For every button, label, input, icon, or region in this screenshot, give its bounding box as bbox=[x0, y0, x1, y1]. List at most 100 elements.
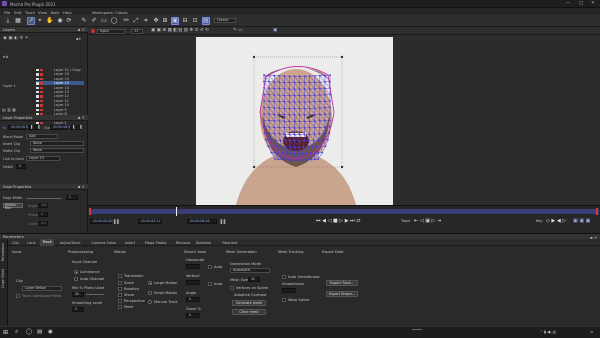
tab-adjusttrack[interactable]: AdjustTrack bbox=[58, 241, 83, 245]
set-in-icon[interactable]: ▌▌ bbox=[114, 219, 120, 224]
trash-icon[interactable]: ▦ bbox=[12, 107, 16, 112]
timeline-bar[interactable] bbox=[89, 209, 599, 214]
generate-mesh-button[interactable]: Generate mesh bbox=[232, 300, 266, 306]
hand-tool-icon[interactable]: ✋ bbox=[46, 17, 54, 25]
edge-width-slider[interactable] bbox=[26, 198, 62, 199]
out-reset-button[interactable]: ▐ bbox=[76, 125, 81, 130]
warp-spline-checkbox[interactable] bbox=[282, 298, 286, 302]
side-tab-parameters[interactable]: Parameters bbox=[1, 243, 5, 261]
keyframe-tools[interactable]: ▣ ▣ ▣ bbox=[573, 218, 590, 224]
playhead[interactable] bbox=[176, 207, 177, 216]
link-layer-icon[interactable]: ⚭ bbox=[25, 36, 29, 41]
circle-tool-icon[interactable]: ◯ bbox=[110, 17, 118, 25]
min-pixels-field[interactable]: 90 bbox=[72, 292, 84, 297]
rect-tool-icon[interactable]: ▭ bbox=[100, 17, 108, 25]
visibility-checkbox[interactable] bbox=[36, 99, 39, 103]
menu-file[interactable]: File bbox=[4, 10, 10, 15]
clip-select[interactable]: Layer Below bbox=[22, 286, 62, 291]
export-track-button[interactable]: Export Track... bbox=[326, 280, 358, 286]
close-icon[interactable]: ✕ bbox=[591, 1, 595, 6]
grid-icon[interactable]: ⊞ bbox=[161, 17, 169, 25]
horizontal-field[interactable] bbox=[186, 264, 200, 269]
overlay-icon[interactable]: ▤ bbox=[202, 16, 210, 25]
task-view-icon[interactable]: ◯ bbox=[26, 329, 32, 335]
tray-icons[interactable]: ⌃ ▮ ◀) ▤ bbox=[540, 330, 556, 334]
visibility-checkbox[interactable] bbox=[36, 91, 39, 94]
visibility-checkbox[interactable] bbox=[36, 82, 39, 85]
app-taskbar-icon[interactable]: ◉ bbox=[48, 329, 53, 335]
brush-icon[interactable]: ✎ ▭ bbox=[233, 28, 242, 33]
angle-field[interactable]: 180 bbox=[38, 203, 48, 208]
menu-edit[interactable]: Edit bbox=[14, 10, 21, 15]
save-icon[interactable]: ⤓ bbox=[4, 17, 12, 25]
tab-mega-plates[interactable]: Mega Plates bbox=[143, 241, 169, 245]
keyframe-marker[interactable] bbox=[596, 208, 598, 215]
in-reset-button[interactable]: ▐ bbox=[34, 125, 39, 130]
set-out-icon[interactable]: ▐▐ bbox=[219, 219, 225, 224]
end-time-field[interactable]: 00:00:06:16 bbox=[187, 219, 217, 224]
gear-icon[interactable]: ✲ bbox=[19, 36, 23, 41]
color-icon[interactable]: ◐ bbox=[14, 36, 18, 41]
motion-blur-toggle[interactable]: Motion Blur bbox=[3, 203, 23, 210]
rotate-tool-icon[interactable]: ⟳ bbox=[65, 17, 73, 25]
search-angle-field[interactable]: 0 bbox=[186, 297, 200, 302]
search-icon[interactable]: ⌕ bbox=[15, 329, 18, 336]
out-field[interactable]: 00:00:06:16 bbox=[50, 125, 72, 130]
horizontal-auto-checkbox[interactable] bbox=[208, 265, 212, 269]
surface-icon[interactable]: ▣ bbox=[171, 16, 179, 25]
menu-tools[interactable]: Tools bbox=[50, 10, 59, 15]
track-controls[interactable]: ⇤ ◁ ▣ ▷ ⇥ bbox=[414, 218, 441, 224]
tab-clip[interactable]: Clip bbox=[10, 241, 21, 245]
tab-remove[interactable]: Remove bbox=[174, 241, 193, 245]
menu-help[interactable]: Help bbox=[63, 10, 72, 15]
mesh-checkbox[interactable] bbox=[118, 305, 122, 309]
bezier-icon[interactable]: ✐ bbox=[90, 17, 98, 25]
export-shape-button[interactable]: Export Shape... bbox=[326, 291, 358, 297]
smoothness-field[interactable] bbox=[282, 288, 296, 293]
manual-track-radio[interactable] bbox=[148, 300, 152, 304]
visibility-checkbox[interactable] bbox=[36, 108, 39, 111]
duplicate-icon[interactable]: ▥ bbox=[7, 107, 11, 112]
align-icon[interactable]: ⊟ bbox=[181, 17, 189, 25]
visibility-checkbox[interactable] bbox=[36, 121, 39, 125]
perspective-checkbox[interactable] bbox=[118, 299, 122, 303]
lock-icon[interactable]: ▣ bbox=[8, 36, 12, 41]
min-pixels-slider[interactable] bbox=[86, 294, 104, 295]
auto-smoothness-checkbox[interactable] bbox=[282, 275, 286, 279]
auto-channel-radio[interactable] bbox=[74, 277, 78, 281]
translation-checkbox[interactable] bbox=[118, 274, 122, 278]
tab-track[interactable]: Track bbox=[40, 239, 54, 246]
link-icon[interactable]: ⚯ bbox=[122, 17, 130, 25]
panel-close-icon[interactable]: ▪ ✕ bbox=[78, 115, 85, 121]
visibility-checkbox[interactable] bbox=[36, 73, 39, 76]
tab-insert[interactable]: Insert bbox=[123, 241, 137, 245]
pick-tool-icon[interactable]: ⌖ bbox=[36, 17, 44, 25]
tab-camera-solve[interactable]: Camera Solve bbox=[89, 241, 118, 245]
large-motion-radio[interactable] bbox=[148, 281, 152, 285]
xspline-icon[interactable]: ✎ bbox=[80, 17, 88, 25]
minimize-icon[interactable]: — bbox=[566, 1, 571, 6]
side-tab-dope-sheet[interactable]: Dope Sheet bbox=[1, 269, 5, 288]
clip-icon[interactable]: ▦ bbox=[14, 17, 22, 25]
track-individual-checkbox[interactable] bbox=[16, 294, 20, 298]
current-time-field[interactable]: 00:00:00:11 bbox=[138, 219, 162, 224]
generation-mode-select[interactable]: Automatic bbox=[230, 268, 270, 273]
select-tool-icon[interactable]: ➚ bbox=[27, 16, 35, 25]
record-icon[interactable] bbox=[91, 29, 95, 33]
zoom-field[interactable]: 0 bbox=[186, 313, 200, 318]
viewer-mode-icons[interactable]: ▣ ▣ ⊞ ▦ ◧ bbox=[151, 28, 178, 33]
detail-field[interactable]: 0 bbox=[16, 164, 26, 169]
frame-select[interactable]: 11 bbox=[131, 28, 143, 34]
workspace-select[interactable]: Classic bbox=[214, 18, 236, 23]
rotation-checkbox[interactable] bbox=[118, 287, 122, 291]
vertical-field[interactable] bbox=[186, 280, 200, 285]
luminance-radio[interactable] bbox=[74, 270, 78, 274]
panel-close-icon[interactable]: ▪ ✕ bbox=[78, 27, 85, 33]
zoom-fit-icon[interactable]: ▣ bbox=[273, 28, 277, 33]
menu-view[interactable]: View bbox=[38, 10, 47, 15]
explorer-icon[interactable]: ▤ bbox=[37, 329, 42, 335]
visibility-checkbox[interactable] bbox=[36, 104, 39, 107]
notification-icon[interactable]: ▭ bbox=[590, 330, 593, 334]
phase-field[interactable]: 0 bbox=[38, 212, 48, 217]
visibility-checkbox[interactable] bbox=[36, 95, 39, 98]
